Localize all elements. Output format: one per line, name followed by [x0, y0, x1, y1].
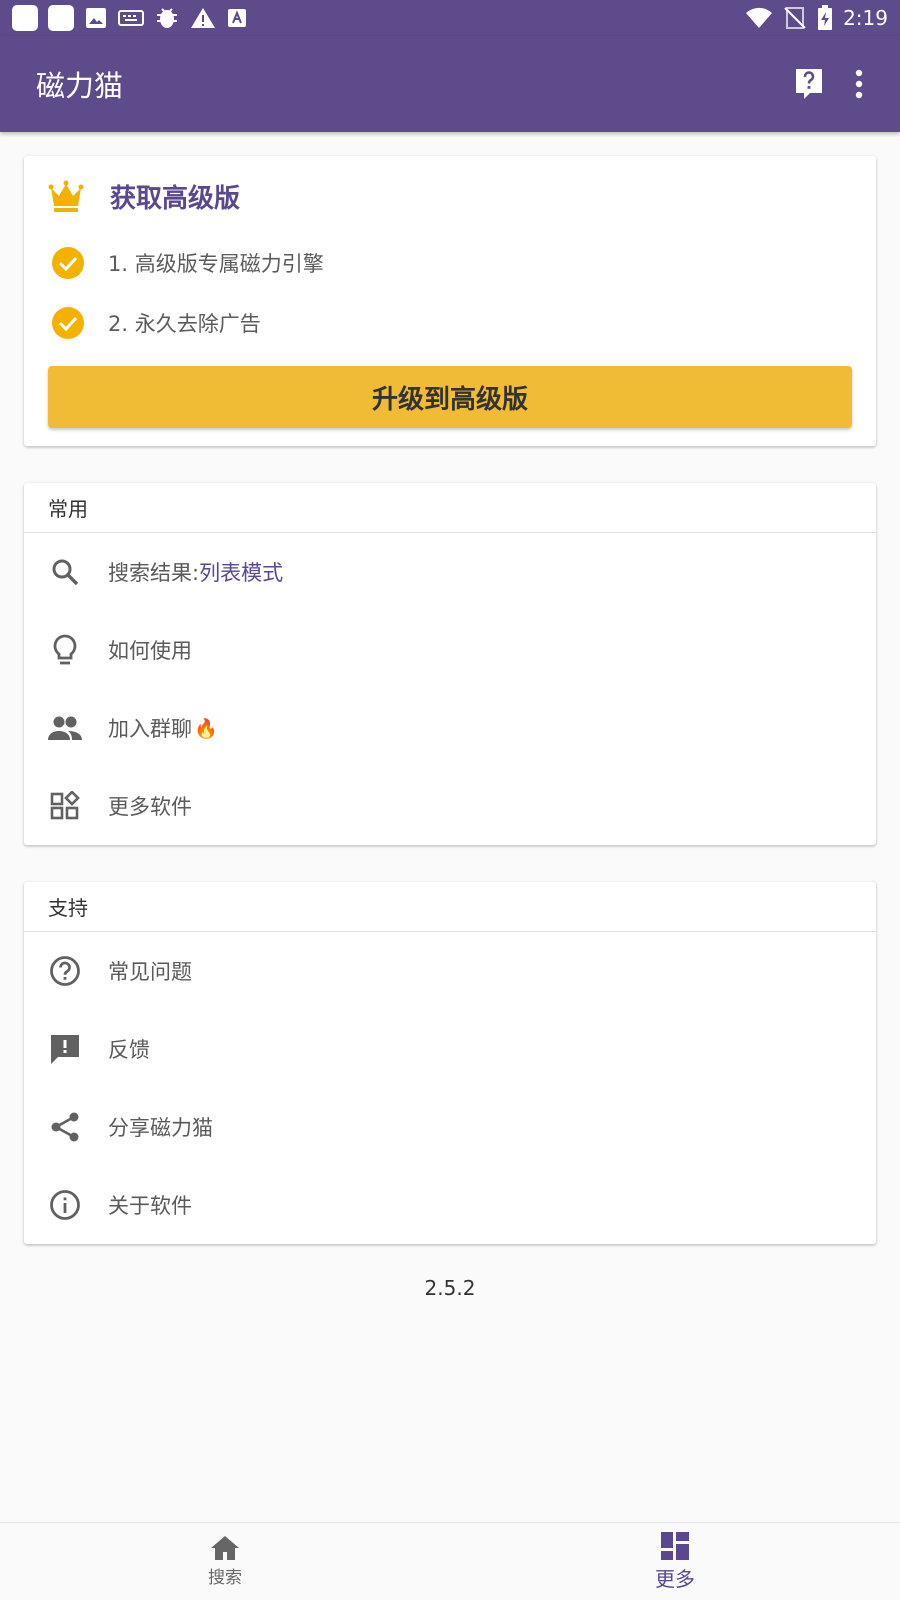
widgets-icon	[48, 789, 82, 823]
no-sim-icon	[784, 7, 806, 29]
image-icon	[86, 8, 106, 28]
support-card: 支持 常见问题 反馈 分享磁力猫 关于软件	[24, 882, 876, 1244]
menu-item-join-group[interactable]: 加入群聊 🔥	[24, 689, 876, 767]
bottom-nav: 搜索 更多	[0, 1522, 900, 1600]
app-notification-icon	[228, 9, 246, 27]
menu-label: 反馈	[108, 1038, 150, 1062]
keyboard-icon	[118, 10, 144, 26]
premium-feature: 1. 高级版专属磁力引擎	[52, 247, 324, 279]
lightbulb-icon	[48, 633, 82, 667]
app-title: 磁力猫	[36, 69, 124, 103]
warning-icon	[191, 8, 215, 28]
menu-label: 搜索结果:	[108, 561, 200, 585]
menu-label: 如何使用	[108, 639, 192, 663]
version-label: 2.5.2	[424, 1276, 476, 1300]
menu-label: 常见问题	[108, 960, 192, 984]
menu-item-search-results[interactable]: 搜索结果: 列表模式	[24, 533, 876, 611]
menu-item-faq[interactable]: 常见问题	[24, 932, 876, 1010]
menu-item-feedback[interactable]: 反馈	[24, 1010, 876, 1088]
help-circle-icon	[48, 954, 82, 988]
upgrade-button[interactable]: 升级到高级版	[48, 366, 852, 428]
crown-icon	[48, 180, 84, 212]
common-card: 常用 搜索结果: 列表模式 如何使用 加入群聊 🔥 更多软件	[24, 483, 876, 845]
nav-item-more[interactable]: 更多	[450, 1523, 900, 1600]
nav-label: 更多	[655, 1567, 695, 1591]
menu-item-share[interactable]: 分享磁力猫	[24, 1088, 876, 1166]
nav-label: 搜索	[208, 1568, 242, 1588]
status-bar: 2:19	[0, 0, 900, 36]
feature-text: 2. 永久去除广告	[108, 312, 261, 336]
menu-label: 关于软件	[108, 1194, 192, 1218]
dashboard-icon	[661, 1532, 689, 1560]
status-time: 2:19	[843, 6, 888, 30]
share-icon	[48, 1110, 82, 1144]
menu-item-how-to-use[interactable]: 如何使用	[24, 611, 876, 689]
premium-title: 获取高级版	[110, 184, 241, 214]
feedback-icon	[48, 1032, 82, 1066]
help-feedback-icon[interactable]	[794, 67, 824, 101]
wifi-icon	[746, 7, 773, 29]
info-icon	[48, 1188, 82, 1222]
menu-label: 更多软件	[108, 795, 192, 819]
menu-label: 分享磁力猫	[108, 1116, 213, 1140]
bug-icon	[157, 8, 177, 28]
section-header-common: 常用	[24, 483, 876, 533]
premium-feature: 2. 永久去除广告	[52, 307, 261, 339]
app-bar: 磁力猫	[0, 36, 900, 132]
premium-card: 获取高级版 1. 高级版专属磁力引擎 2. 永久去除广告 升级到高级版	[24, 156, 876, 446]
search-icon	[48, 555, 82, 589]
notification-square-icon	[48, 5, 74, 31]
more-vert-icon[interactable]	[854, 69, 864, 99]
battery-charging-icon	[818, 5, 833, 30]
group-icon	[48, 711, 82, 745]
fire-emoji: 🔥	[194, 717, 218, 740]
menu-label: 加入群聊	[108, 717, 192, 741]
section-header-support: 支持	[24, 882, 876, 932]
check-circle-icon	[52, 307, 84, 339]
feature-text: 1. 高级版专属磁力引擎	[108, 252, 324, 276]
home-icon	[211, 1536, 239, 1560]
menu-item-more-apps[interactable]: 更多软件	[24, 767, 876, 845]
nav-item-search[interactable]: 搜索	[0, 1523, 450, 1600]
menu-item-about[interactable]: 关于软件	[24, 1166, 876, 1244]
notification-square-icon	[12, 5, 38, 31]
search-mode-value[interactable]: 列表模式	[199, 557, 283, 587]
check-circle-icon	[52, 247, 84, 279]
